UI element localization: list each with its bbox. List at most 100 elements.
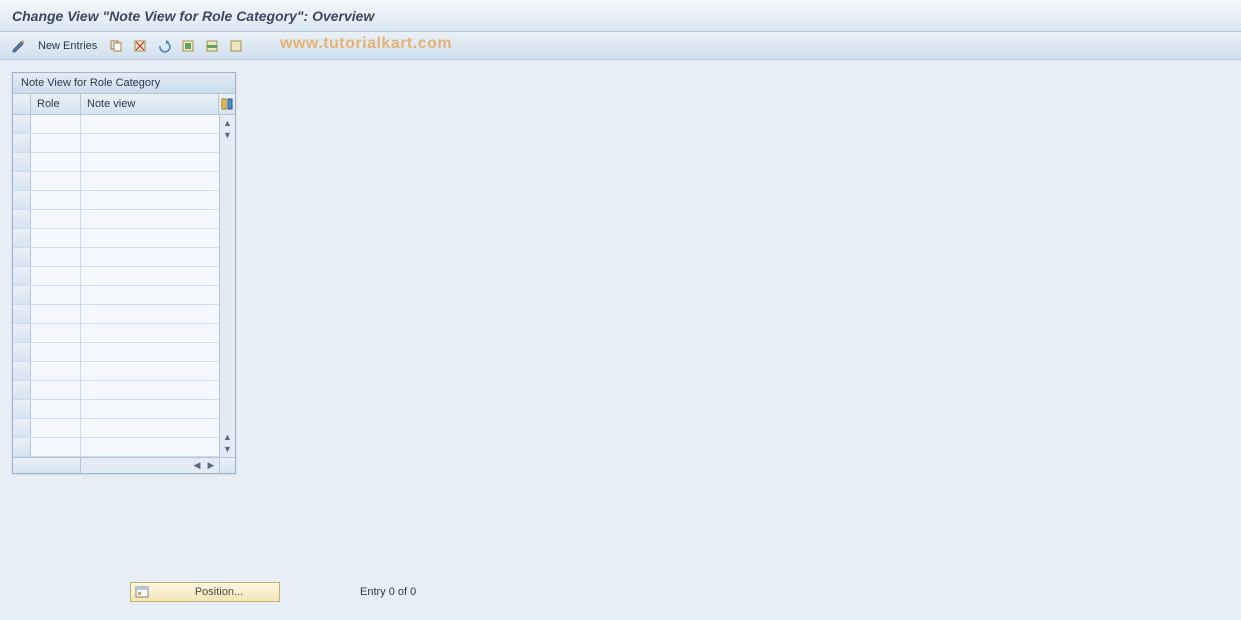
cell-note[interactable] [81, 400, 219, 418]
select-all-icon[interactable] [179, 37, 197, 55]
cell-note[interactable] [81, 362, 219, 380]
row-selector[interactable] [13, 248, 31, 266]
cell-role[interactable] [31, 115, 81, 133]
cell-note[interactable] [81, 229, 219, 247]
entry-count-label: Entry 0 of 0 [360, 586, 416, 598]
row-selector[interactable] [13, 153, 31, 171]
table-row[interactable] [13, 172, 219, 191]
cell-role[interactable] [31, 381, 81, 399]
deselect-all-icon[interactable] [227, 37, 245, 55]
column-header-role[interactable]: Role [31, 94, 81, 114]
cell-note[interactable] [81, 248, 219, 266]
table-row[interactable] [13, 267, 219, 286]
row-selector[interactable] [13, 419, 31, 437]
cell-role[interactable] [31, 153, 81, 171]
cell-note[interactable] [81, 381, 219, 399]
table-row[interactable] [13, 153, 219, 172]
row-selector[interactable] [13, 362, 31, 380]
table-row[interactable] [13, 286, 219, 305]
toggle-display-change-icon[interactable] [10, 37, 28, 55]
table-row[interactable] [13, 419, 219, 438]
row-selector[interactable] [13, 343, 31, 361]
horizontal-scrollbar[interactable]: ◀ ▶ [13, 457, 235, 473]
row-selector[interactable] [13, 172, 31, 190]
delete-icon[interactable] [131, 37, 149, 55]
cell-role[interactable] [31, 305, 81, 323]
row-selector[interactable] [13, 438, 31, 456]
cell-role[interactable] [31, 438, 81, 456]
grid-header-row: Role Note view [13, 94, 235, 115]
row-selector[interactable] [13, 286, 31, 304]
cell-note[interactable] [81, 153, 219, 171]
position-icon [135, 585, 149, 599]
undo-change-icon[interactable] [155, 37, 173, 55]
row-selector[interactable] [13, 305, 31, 323]
row-selector[interactable] [13, 134, 31, 152]
cell-role[interactable] [31, 419, 81, 437]
scroll-right-icon[interactable]: ▶ [205, 460, 217, 472]
table-row[interactable] [13, 324, 219, 343]
table-row[interactable] [13, 400, 219, 419]
cell-role[interactable] [31, 210, 81, 228]
row-selector[interactable] [13, 324, 31, 342]
row-selector[interactable] [13, 229, 31, 247]
vertical-scrollbar[interactable]: ▲ ▼ ▲ ▼ [219, 115, 235, 457]
new-entries-button[interactable]: New Entries [34, 40, 101, 52]
cell-role[interactable] [31, 248, 81, 266]
cell-note[interactable] [81, 438, 219, 456]
cell-note[interactable] [81, 305, 219, 323]
row-selector[interactable] [13, 115, 31, 133]
table-row[interactable] [13, 248, 219, 267]
cell-note[interactable] [81, 191, 219, 209]
cell-note[interactable] [81, 419, 219, 437]
cell-role[interactable] [31, 362, 81, 380]
row-selector[interactable] [13, 191, 31, 209]
hscroll-track[interactable]: ◀ ▶ [81, 460, 219, 472]
table-row[interactable] [13, 438, 219, 457]
cell-note[interactable] [81, 324, 219, 342]
grid-body: ▲ ▼ ▲ ▼ [13, 115, 235, 457]
table-row[interactable] [13, 229, 219, 248]
cell-role[interactable] [31, 324, 81, 342]
cell-note[interactable] [81, 115, 219, 133]
scroll-up-icon[interactable]: ▲ [222, 117, 234, 129]
row-selector[interactable] [13, 267, 31, 285]
row-selector[interactable] [13, 381, 31, 399]
page-title: Change View "Note View for Role Category… [12, 8, 374, 24]
cell-role[interactable] [31, 267, 81, 285]
scroll-down-icon[interactable]: ▼ [222, 129, 234, 141]
table-row[interactable] [13, 381, 219, 400]
grid-panel: Note View for Role Category Role Note vi… [12, 72, 236, 474]
cell-role[interactable] [31, 229, 81, 247]
scroll-up-icon[interactable]: ▲ [222, 431, 234, 443]
table-row[interactable] [13, 134, 219, 153]
table-row[interactable] [13, 362, 219, 381]
table-row[interactable] [13, 343, 219, 362]
table-row[interactable] [13, 191, 219, 210]
cell-note[interactable] [81, 210, 219, 228]
cell-role[interactable] [31, 134, 81, 152]
cell-note[interactable] [81, 343, 219, 361]
position-button[interactable]: Position... [130, 582, 280, 602]
table-row[interactable] [13, 115, 219, 134]
row-selector[interactable] [13, 210, 31, 228]
cell-note[interactable] [81, 267, 219, 285]
cell-role[interactable] [31, 343, 81, 361]
column-header-note[interactable]: Note view [81, 94, 219, 114]
configure-columns-icon[interactable] [219, 94, 235, 114]
row-selector[interactable] [13, 400, 31, 418]
cell-note[interactable] [81, 286, 219, 304]
copy-as-icon[interactable] [107, 37, 125, 55]
cell-note[interactable] [81, 134, 219, 152]
grid-header-selector[interactable] [13, 94, 31, 114]
cell-role[interactable] [31, 191, 81, 209]
cell-role[interactable] [31, 172, 81, 190]
cell-role[interactable] [31, 286, 81, 304]
cell-role[interactable] [31, 400, 81, 418]
table-row[interactable] [13, 210, 219, 229]
select-block-icon[interactable] [203, 37, 221, 55]
cell-note[interactable] [81, 172, 219, 190]
scroll-left-icon[interactable]: ◀ [191, 460, 203, 472]
scroll-down-icon[interactable]: ▼ [222, 443, 234, 455]
table-row[interactable] [13, 305, 219, 324]
